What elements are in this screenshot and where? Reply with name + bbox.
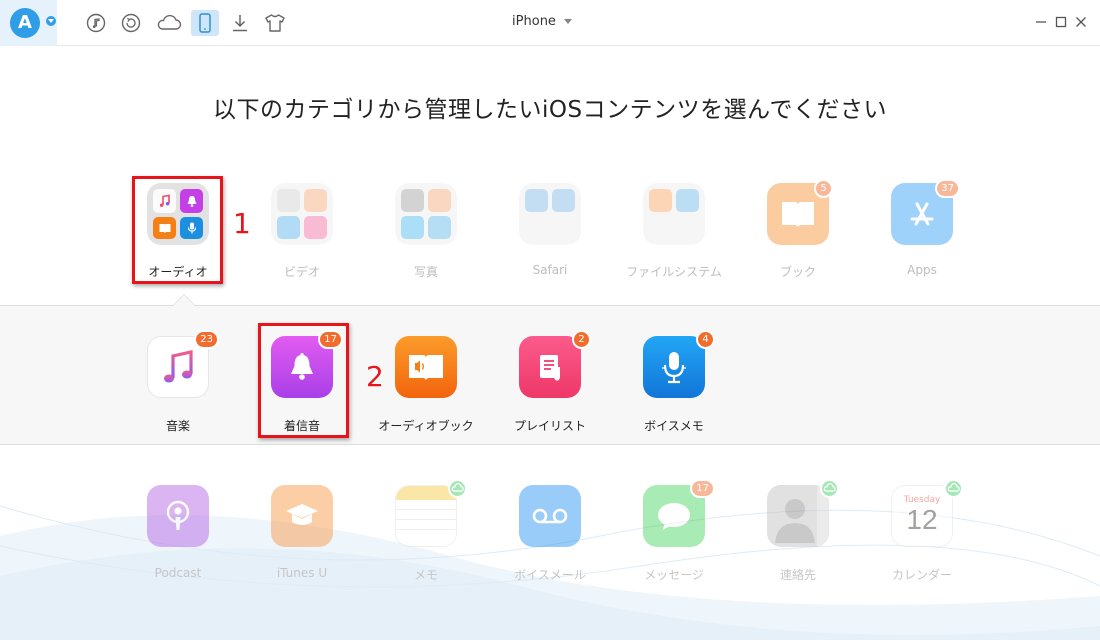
podcast-icon xyxy=(147,485,209,547)
item-label: ボイスメール xyxy=(514,568,586,582)
category-messages[interactable]: 17 メッセージ xyxy=(619,479,729,583)
tv-icon xyxy=(277,216,300,239)
panorama-icon xyxy=(428,216,451,239)
calendar-icon: Tuesday 12 xyxy=(891,485,953,547)
microphone-icon xyxy=(643,336,705,398)
audio-item-playlists[interactable]: 2 プレイリスト xyxy=(495,330,605,434)
item-label: 連絡先 xyxy=(779,568,816,582)
category-label: Apps xyxy=(907,263,937,277)
item-label: ボイスメモ xyxy=(644,419,704,433)
video-folder-icon xyxy=(271,183,333,245)
category-audio[interactable]: オーディオ xyxy=(123,183,233,280)
item-label: 音楽 xyxy=(165,419,190,433)
compass-icon xyxy=(525,189,548,212)
audio-item-voice-memos[interactable]: 4 ボイスメモ xyxy=(619,330,729,434)
bookmark-icon xyxy=(552,189,575,212)
audiobook-icon xyxy=(395,336,457,398)
count-badge: 17 xyxy=(318,330,343,349)
category-label: ブック xyxy=(779,265,816,279)
item-label: オーディオブック xyxy=(378,419,474,433)
contacts-icon xyxy=(767,485,829,547)
chevron-down-icon xyxy=(563,19,572,24)
minimize-icon[interactable] xyxy=(1032,13,1050,31)
item-label: 着信音 xyxy=(283,419,320,433)
category-label: オーディオ xyxy=(148,265,208,279)
notes-icon xyxy=(395,485,457,547)
category-photos[interactable]: 写真 xyxy=(371,183,481,280)
category-safari[interactable]: Safari xyxy=(495,183,605,277)
maximize-icon[interactable] xyxy=(1052,13,1070,31)
item-label: プレイリスト xyxy=(513,419,586,433)
title-bar: A iPhone xyxy=(0,0,1100,46)
category-books[interactable]: 5 ブック xyxy=(743,179,853,280)
category-video[interactable]: ビデオ xyxy=(247,183,357,280)
count-badge: 2 xyxy=(572,330,591,349)
audio-folder-icon xyxy=(147,183,209,245)
usb-icon xyxy=(676,189,699,212)
file-system-folder-icon xyxy=(643,183,705,245)
music-note-icon xyxy=(153,189,176,213)
count-badge: 5 xyxy=(814,179,833,198)
calendar-date: 12 xyxy=(906,504,938,535)
device-name: iPhone xyxy=(512,14,556,29)
category-itunes-u[interactable]: iTunes U xyxy=(247,485,357,580)
video-icon xyxy=(304,216,327,239)
item-label: メモ xyxy=(413,568,438,582)
safari-folder-icon xyxy=(519,183,581,245)
count-badge: 23 xyxy=(194,330,219,349)
category-calendar[interactable]: Tuesday 12 カレンダー xyxy=(867,479,977,583)
graduation-cap-icon xyxy=(271,485,333,547)
page-heading: 以下のカテゴリから管理したいiOSコンテンツを選んでください xyxy=(213,97,887,123)
playlist-icon xyxy=(519,336,581,398)
voicemail-icon xyxy=(519,485,581,547)
item-label: Podcast xyxy=(154,566,202,580)
category-notes[interactable]: メモ xyxy=(371,479,481,583)
audio-item-audiobooks[interactable]: オーディオブック xyxy=(371,336,481,434)
category-contacts[interactable]: 連絡先 xyxy=(743,479,853,583)
movie-icon xyxy=(304,189,327,212)
item-label: iTunes U xyxy=(276,566,328,580)
cloud-icon xyxy=(944,479,963,498)
cloud-icon xyxy=(820,479,839,498)
bell-icon xyxy=(180,189,203,213)
microphone-icon xyxy=(180,217,203,239)
audio-item-ringtones[interactable]: 17 着信音 xyxy=(247,330,357,434)
audiobook-icon xyxy=(153,217,176,239)
count-badge: 37 xyxy=(935,179,960,198)
count-badge: 4 xyxy=(696,330,715,349)
item-label: メッセージ xyxy=(644,568,704,582)
audio-item-music[interactable]: 23 音楽 xyxy=(123,330,233,434)
photo-stream-icon xyxy=(428,189,451,212)
category-label: ファイルシステム xyxy=(626,265,722,279)
category-apps[interactable]: 37 Apps xyxy=(867,179,977,277)
step-number-2: 2 xyxy=(366,360,384,393)
category-file-system[interactable]: ファイルシステム xyxy=(619,183,729,280)
step-number-1: 1 xyxy=(233,207,251,240)
device-selector[interactable]: iPhone xyxy=(0,14,1084,29)
category-label: ビデオ xyxy=(283,265,320,279)
category-podcast[interactable]: Podcast xyxy=(123,485,233,580)
item-label: カレンダー xyxy=(891,568,952,582)
category-label: 写真 xyxy=(413,265,438,279)
library-icon xyxy=(401,216,424,239)
close-icon[interactable] xyxy=(1072,13,1090,31)
phone-storage-icon xyxy=(649,189,672,212)
cloud-icon xyxy=(448,479,467,498)
clapperboard-icon xyxy=(277,189,300,212)
camera-icon xyxy=(401,189,424,212)
panel-pointer xyxy=(172,294,196,306)
photos-folder-icon xyxy=(395,183,457,245)
category-voicemail[interactable]: ボイスメール xyxy=(495,485,605,583)
category-label: Safari xyxy=(532,263,568,277)
count-badge: 17 xyxy=(690,479,715,498)
